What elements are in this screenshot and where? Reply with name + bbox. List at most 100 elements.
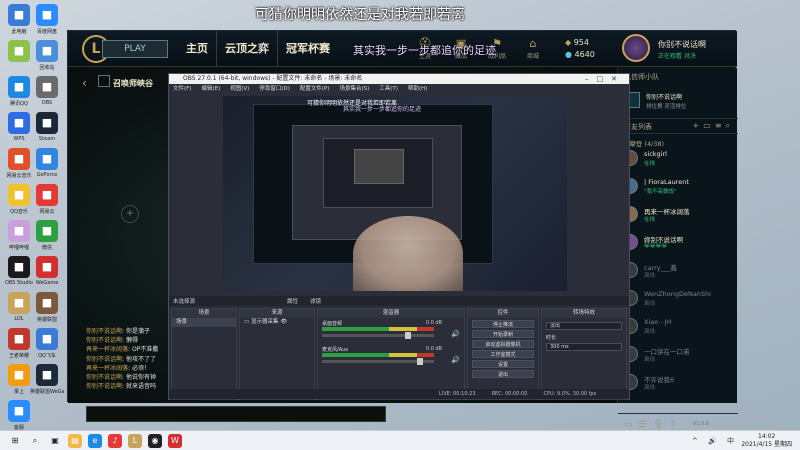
chat-sender[interactable]: 你别不说话啊 (86, 383, 122, 390)
obs-menu-item[interactable]: 配置文件(P) (300, 84, 330, 94)
chat-sender[interactable]: 你别不说话啊 (86, 337, 122, 344)
desktop-shortcut[interactable]: ■ 网易云 (30, 184, 64, 215)
friend-row[interactable]: sickgirl 在线 (622, 148, 734, 170)
desktop-shortcut[interactable]: ■ 英雄联盟WeGame版 (30, 364, 64, 395)
nav-store[interactable]: ⌂ 商城 (521, 37, 545, 60)
no-source-selected: 未选择源 (173, 299, 196, 305)
friend-row[interactable]: 再来一杯冰阔落 在线 (622, 204, 734, 226)
obs-menu-item[interactable]: 停靠窗口(D) (259, 84, 290, 94)
slider-knob[interactable] (417, 358, 424, 365)
avatar[interactable] (622, 34, 650, 62)
friend-row[interactable]: 不许说我6 离线 (622, 372, 734, 394)
edge-icon[interactable]: e (88, 434, 102, 448)
friend-row[interactable]: Xiao - JH 离线 (622, 316, 734, 338)
friend-row[interactable]: WenZhongDeNanShi 离线 (622, 288, 734, 310)
folder-icon[interactable]: ▭ (703, 121, 715, 130)
mode-icon (98, 75, 110, 87)
volume-slider[interactable] (322, 332, 434, 339)
filters-tab[interactable]: 滤镜 (310, 297, 321, 305)
chat-sender[interactable]: 再来一杯冰阔落 (86, 365, 128, 372)
obs-icon[interactable]: ◉ (148, 434, 162, 448)
desktop-shortcut[interactable]: ■ QQ飞车 (30, 328, 64, 359)
lol-icon[interactable]: L (128, 434, 142, 448)
slider-knob[interactable] (404, 332, 411, 339)
mixer-db: 0.0 dB (425, 346, 442, 352)
obs-control-button[interactable]: 停止推流 (472, 320, 534, 328)
search-icon[interactable]: ⌕ (28, 434, 42, 448)
chat-input[interactable] (86, 406, 386, 422)
obs-menu-item[interactable]: 文件(F) (173, 84, 191, 94)
desktop-shortcut[interactable]: ■ 客服 (2, 400, 36, 431)
play-button[interactable]: PLAY (102, 40, 168, 58)
currency-display[interactable]: ◆ 954 ● 4640 (565, 38, 595, 62)
desktop-shortcut[interactable]: ■ 英雄联盟 (30, 292, 64, 323)
invite-slot-plus-icon[interactable]: + (121, 205, 139, 223)
source-item[interactable]: ▭ 显示器采集 👁 (240, 318, 314, 327)
desktop-shortcut[interactable]: ■ WeGame (30, 256, 64, 286)
desktop-shortcut[interactable]: ■ OBS (30, 76, 64, 106)
chat-sender[interactable]: 再来一杯冰阔落 (86, 346, 128, 353)
wps-icon: ■ (8, 112, 30, 134)
folder-icon[interactable]: ▤ (68, 434, 82, 448)
user-profile[interactable]: 你别不说话啊 正在观看 对决 (608, 31, 737, 67)
list-icon[interactable]: ≡ (715, 121, 726, 130)
clock[interactable]: 14:02 2021/4/15 星期四 (741, 433, 792, 449)
username: 你别不说话啊 (658, 40, 706, 49)
netease-icon[interactable]: ♪ (108, 434, 122, 448)
dock-tabs: 属性 滤镜 (287, 297, 321, 305)
desktop-shortcut-label: 百度网盘 (36, 29, 57, 35)
windows-icon[interactable]: ⊞ (8, 434, 22, 448)
obs-menu-item[interactable]: 场景集合(S) (339, 84, 369, 94)
obs-menu-item[interactable]: 视图(V) (230, 84, 249, 94)
friend-row[interactable]: 妳别不说话啊 😀😀😀😀 (622, 232, 734, 254)
obs-control-button[interactable]: 启动虚拟摄像机 (472, 340, 534, 348)
obs-control-button[interactable]: 设置 (472, 360, 534, 368)
volume-slider[interactable] (322, 358, 434, 365)
friend-row[interactable]: | FioraLaurent "我不高做饭" (622, 176, 734, 198)
party-card[interactable]: 你别不说话啊 排位赛 灵活排位 (624, 90, 732, 114)
eye-icon[interactable]: 👁 (280, 319, 287, 325)
duration-input[interactable]: 300 ms (546, 343, 622, 351)
taskview-icon[interactable]: ▣ (48, 434, 62, 448)
desktop-shortcut[interactable]: ■ Steam (30, 112, 64, 142)
friend-row[interactable]: carry___鑫 离线 (622, 260, 734, 282)
nav-clash[interactable]: 冠军杯赛 (277, 31, 338, 67)
obs-menu-item[interactable]: 工具(T) (379, 84, 398, 94)
obs-preview[interactable]: 可猜你明明依然还是对我若即若离 其实我一步一步都追你的足迹 (223, 96, 567, 291)
friend-group-title[interactable]: ▾ 摩登 (4/38) (624, 138, 664, 148)
system-tray[interactable]: ^ 🔊 中 (692, 436, 738, 446)
scene-item[interactable]: 场景 (172, 318, 236, 327)
obs-titlebar[interactable]: OBS 27.0.1 (64-bit, windows) - 配置文件: 未命名… (169, 74, 629, 84)
obs-control-button[interactable]: 开始录制 (472, 330, 534, 338)
wegame-icon[interactable]: W (168, 434, 182, 448)
desktop-shortcut[interactable]: ■ GeForce (30, 148, 64, 178)
desktop-icons: ■ 此电脑 ■ 百度网盘 ■ ■ 回收站 ■ 腾讯QQ ■ OBS ■ WPS ■ Steam ■ 网易云音乐 ■… (0, 0, 70, 431)
obs-menu-item[interactable]: 帮助(H) (408, 84, 427, 94)
transition-select[interactable]: 淡出 (546, 322, 622, 330)
speaker-icon[interactable]: 🔊 (451, 356, 460, 364)
maximize-icon[interactable]: □ (597, 75, 612, 83)
obs-menu-item[interactable]: 编辑(E) (201, 84, 220, 94)
friend-name: WenZhongDeNanShi (644, 290, 711, 298)
desktop-shortcut[interactable]: ■ 百度网盘 (30, 4, 64, 35)
speaker-icon[interactable]: 🔊 (451, 330, 460, 338)
nav-tft[interactable]: 云顶之弈 (216, 31, 277, 67)
close-icon[interactable]: ✕ (611, 75, 625, 83)
search-icon[interactable]: ⌕ (726, 121, 734, 130)
anime-icon: ■ (8, 220, 30, 242)
obs-control-button[interactable]: 工作室模式 (472, 350, 534, 358)
chat-sender[interactable]: 你别不说话啊 (86, 374, 122, 381)
desktop-shortcut[interactable]: ■ 回收站 (30, 40, 64, 71)
help-icon: ■ (8, 400, 30, 422)
controls-dock: 控件 停止推流 开始录制 启动虚拟摄像机 工作室模式 设置 退出 (467, 308, 539, 400)
obs-control-button[interactable]: 退出 (472, 370, 534, 378)
desktop-shortcut[interactable]: ■ 微信 (30, 220, 64, 251)
nav-home[interactable]: 主页 (178, 31, 216, 67)
chat-sender[interactable]: 你别不说话啊 (86, 356, 122, 363)
properties-tab[interactable]: 属性 (287, 297, 298, 305)
add-friend-icon[interactable]: + (693, 121, 704, 130)
chat-sender[interactable]: 你别不说话啊 (86, 328, 122, 335)
back-arrow-icon[interactable]: ‹ (82, 76, 87, 90)
friend-row[interactable]: 一口饼在一口弟 离线 (622, 344, 734, 366)
minimize-icon[interactable]: – (585, 75, 597, 83)
